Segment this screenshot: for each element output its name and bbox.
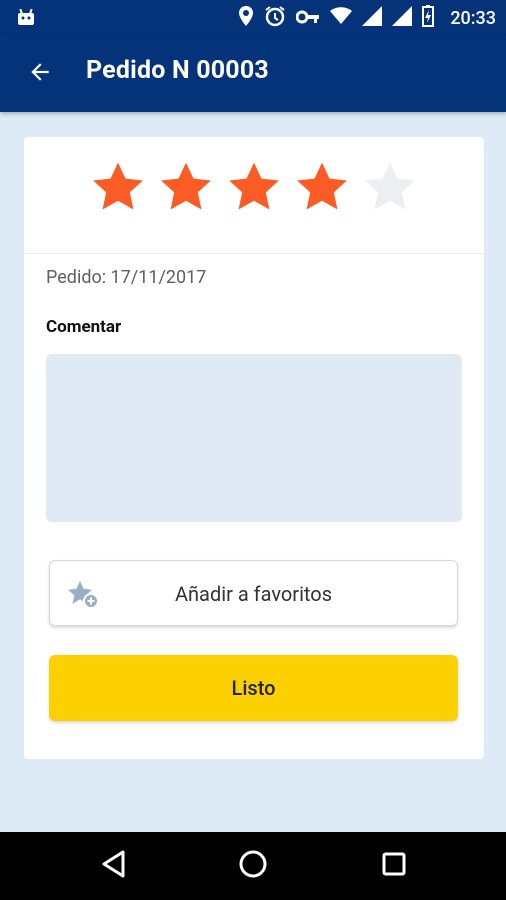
order-date: Pedido: 17/11/2017 xyxy=(46,267,207,288)
comment-label: Comentar xyxy=(46,317,122,337)
page-title: Pedido N 00003 xyxy=(86,56,269,85)
comment-field[interactable] xyxy=(46,354,462,522)
status-time: 20:33 xyxy=(450,7,496,29)
signal-icon xyxy=(362,6,383,30)
order-rating-card: Pedido: 17/11/2017 Comentar Añadir a fav… xyxy=(24,137,484,759)
star-empty-icon[interactable] xyxy=(361,159,419,217)
home-circle-icon xyxy=(238,849,268,883)
arrow-back-icon xyxy=(27,59,53,89)
app-bar: Pedido N 00003 xyxy=(0,36,506,112)
android-icon xyxy=(16,8,36,30)
nav-recents-button[interactable] xyxy=(378,850,410,882)
back-button[interactable] xyxy=(16,50,64,98)
status-bar: 20:33 xyxy=(0,0,506,36)
nav-back-button[interactable] xyxy=(98,850,130,882)
location-icon xyxy=(238,5,254,31)
star-filled-icon[interactable] xyxy=(89,159,147,217)
star-filled-icon[interactable] xyxy=(157,159,215,217)
divider xyxy=(24,253,484,254)
battery-charging-icon xyxy=(422,5,435,31)
add-to-favorites-label: Añadir a favoritos xyxy=(174,582,333,606)
back-triangle-icon xyxy=(101,850,127,882)
star-filled-icon[interactable] xyxy=(293,159,351,217)
vpn-key-icon xyxy=(295,9,320,28)
alarm-icon xyxy=(264,5,286,31)
add-to-favorites-button[interactable]: Añadir a favoritos xyxy=(49,560,458,626)
star-rating[interactable] xyxy=(24,159,484,229)
wifi-icon xyxy=(330,7,353,29)
nav-home-button[interactable] xyxy=(237,850,269,882)
recents-square-icon xyxy=(381,851,407,881)
done-button[interactable]: Listo xyxy=(49,655,458,721)
star-filled-icon[interactable] xyxy=(225,159,283,217)
system-nav-bar xyxy=(0,832,506,900)
status-icons: 20:33 xyxy=(238,5,496,31)
signal-icon xyxy=(392,6,413,30)
